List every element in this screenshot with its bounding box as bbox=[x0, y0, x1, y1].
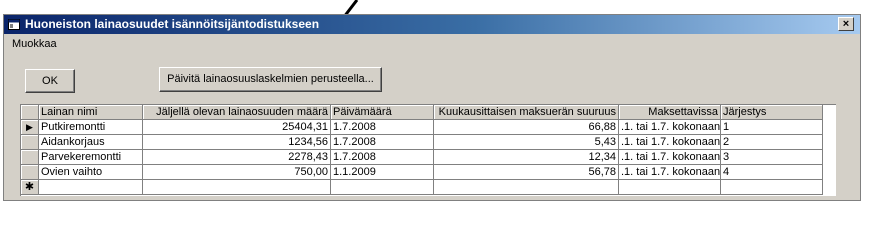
new-row-cell[interactable] bbox=[331, 180, 434, 195]
row-selector-header bbox=[21, 105, 39, 120]
column-header-order[interactable]: Järjestys bbox=[721, 105, 823, 120]
table-cell-monthly-payment[interactable]: 12,34 bbox=[434, 150, 619, 165]
table-cell-remaining-amount[interactable]: 2278,43 bbox=[143, 150, 331, 165]
table-cell-payable[interactable]: .1. tai 1.7. kokonaan bbox=[619, 165, 721, 180]
table-cell-loan-name[interactable]: Ovien vaihto bbox=[39, 165, 143, 180]
menu-bar: Muokkaa bbox=[4, 35, 860, 53]
table-cell-monthly-payment[interactable]: 56,78 bbox=[434, 165, 619, 180]
column-header-date[interactable]: Päivämäärä bbox=[331, 105, 434, 120]
column-header-payable[interactable]: Maksettavissa bbox=[619, 105, 721, 120]
ok-button[interactable]: OK bbox=[25, 69, 75, 93]
table-cell-payable[interactable]: .1. tai 1.7. kokonaan bbox=[619, 120, 721, 135]
column-header-loan-name[interactable]: Lainan nimi bbox=[39, 105, 143, 120]
table-cell-date[interactable]: 1.7.2008 bbox=[331, 150, 434, 165]
new-row-cell[interactable] bbox=[39, 180, 143, 195]
table-cell-remaining-amount[interactable]: 25404,31 bbox=[143, 120, 331, 135]
new-row-cell[interactable] bbox=[143, 180, 331, 195]
table-cell-order[interactable]: 2 bbox=[721, 135, 823, 150]
table-cell-loan-name[interactable]: Putkiremontti bbox=[39, 120, 143, 135]
table-cell-remaining-amount[interactable]: 750,00 bbox=[143, 165, 331, 180]
row-selector[interactable] bbox=[21, 165, 39, 180]
table-cell-date[interactable]: 1.7.2008 bbox=[331, 135, 434, 150]
current-row-indicator-icon[interactable]: ▶ bbox=[21, 120, 39, 135]
new-row-cell[interactable] bbox=[434, 180, 619, 195]
update-from-loan-calculations-button[interactable]: Päivitä lainaosuuslaskelmien perusteella… bbox=[159, 67, 382, 92]
table-cell-loan-name[interactable]: Aidankorjaus bbox=[39, 135, 143, 150]
table-cell-monthly-payment[interactable]: 5,43 bbox=[434, 135, 619, 150]
column-header-remaining-amount[interactable]: Jäljellä olevan lainaosuuden määrä bbox=[143, 105, 331, 120]
table-cell-payable[interactable]: .1. tai 1.7. kokonaan bbox=[619, 135, 721, 150]
table-cell-order[interactable]: 1 bbox=[721, 120, 823, 135]
title-bar[interactable]: Huoneiston lainaosuudet isännöitsijäntod… bbox=[4, 15, 860, 34]
new-row-cell[interactable] bbox=[721, 180, 823, 195]
table-cell-remaining-amount[interactable]: 1234,56 bbox=[143, 135, 331, 150]
table-cell-order[interactable]: 3 bbox=[721, 150, 823, 165]
table-cell-loan-name[interactable]: Parvekeremontti bbox=[39, 150, 143, 165]
table-cell-payable[interactable]: .1. tai 1.7. kokonaan bbox=[619, 150, 721, 165]
dialog-window: Huoneiston lainaosuudet isännöitsijäntod… bbox=[3, 14, 861, 201]
loan-shares-grid: Lainan nimi Jäljellä olevan lainaosuuden… bbox=[20, 104, 836, 196]
row-selector[interactable] bbox=[21, 150, 39, 165]
new-row-asterisk-icon[interactable]: ✱ bbox=[21, 180, 39, 195]
menu-item-muokkaa[interactable]: Muokkaa bbox=[12, 38, 57, 50]
table-cell-date[interactable]: 1.1.2009 bbox=[331, 165, 434, 180]
close-button[interactable]: × bbox=[838, 17, 854, 31]
table-cell-order[interactable]: 4 bbox=[721, 165, 823, 180]
new-row-cell[interactable] bbox=[619, 180, 721, 195]
window-title: Huoneiston lainaosuudet isännöitsijäntod… bbox=[25, 17, 320, 31]
table-cell-monthly-payment[interactable]: 66,88 bbox=[434, 120, 619, 135]
table-cell-date[interactable]: 1.7.2008 bbox=[331, 120, 434, 135]
row-selector[interactable] bbox=[21, 135, 39, 150]
column-header-monthly-payment[interactable]: Kuukausittaisen maksuerän suuruus bbox=[434, 105, 619, 120]
app-icon bbox=[8, 19, 20, 30]
